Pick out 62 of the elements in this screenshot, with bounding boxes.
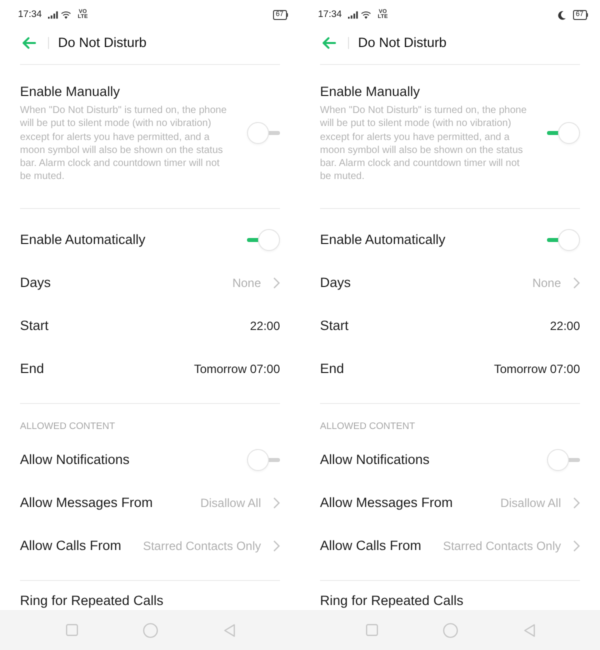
chevron-right-icon: [273, 540, 280, 552]
setting-value: Starred Contacts Only: [142, 538, 261, 554]
section-heading: ALLOWED CONTENT: [320, 420, 416, 434]
toggle-switch[interactable]: [547, 449, 580, 472]
setting-description: When "Do Not Disturb" is turned on, the phone will be put to silent mode (with no vibration) except for alerts you have permitted, and a moon symbol will also be shown on the status bar. Alarm clock and countdown timer will not be muted.: [20, 104, 228, 184]
setting-label: Allow Calls From: [320, 537, 422, 556]
setting-label: Ring for Repeated Calls: [20, 592, 164, 610]
setting-label: Allow Calls From: [20, 537, 122, 556]
setting-description: When "Do Not Disturb" is turned on, the phone will be put to silent mode (with no vibration) except for alerts you have permitted, and a moon symbol will also be shown on the status bar. Alarm clock and countdown timer will not be muted.: [320, 104, 528, 184]
page-title: Do Not Disturb: [58, 34, 147, 52]
setting-label: Enable Automatically: [320, 231, 446, 250]
setting-label: Start: [20, 317, 50, 336]
setting-label: Start: [320, 317, 350, 336]
setting-label: End: [320, 360, 346, 378]
setting-value: Starred Contacts Only: [442, 538, 561, 554]
setting-label: Days: [20, 274, 52, 292]
setting-label: Allow Notifications: [320, 451, 431, 470]
toggle-switch[interactable]: [547, 229, 580, 252]
setting-label: Days: [320, 274, 352, 292]
setting-label: Enable Manually: [320, 83, 421, 101]
signal-icon: [348, 11, 358, 19]
setting-value: Disallow All: [200, 496, 261, 511]
setting-label: Ring for Repeated Calls: [320, 592, 464, 610]
toggle-switch[interactable]: [247, 449, 280, 472]
setting-value: Tomorrow 07:00: [494, 362, 580, 377]
setting-label: End: [20, 360, 46, 378]
back-arrow-icon: [22, 37, 36, 49]
page-title: Do Not Disturb: [358, 34, 447, 52]
setting-value: None: [532, 276, 561, 291]
section-heading: ALLOWED CONTENT: [20, 420, 116, 434]
wifi-icon: [360, 11, 371, 19]
setting-value: Tomorrow 07:00: [194, 362, 280, 377]
triangle-icon[interactable]: [224, 624, 234, 636]
square-icon[interactable]: [66, 624, 78, 636]
toggle-switch[interactable]: [547, 122, 580, 144]
setting-label: Enable Manually: [20, 83, 121, 101]
status-time: 17:34: [318, 9, 342, 21]
setting-value: None: [232, 276, 261, 291]
setting-value: 22:00: [550, 318, 580, 334]
toggle-switch[interactable]: [247, 122, 280, 144]
signal-icon: [48, 11, 58, 19]
chevron-right-icon: [573, 497, 580, 510]
chevron-right-icon: [573, 277, 580, 290]
back-arrow-icon: [322, 37, 336, 49]
status-time: 17:34: [18, 9, 42, 21]
setting-label: Enable Automatically: [20, 231, 146, 250]
setting-value: Disallow All: [500, 496, 561, 511]
chevron-right-icon: [273, 277, 280, 290]
back-button[interactable]: [20, 35, 38, 51]
back-button[interactable]: [320, 35, 338, 51]
setting-value: 22:00: [250, 318, 280, 334]
chevron-right-icon: [273, 497, 280, 510]
toggle-switch[interactable]: [247, 229, 280, 252]
setting-label: Allow Notifications: [20, 451, 131, 470]
wifi-icon: [60, 11, 71, 19]
triangle-icon[interactable]: [524, 624, 534, 636]
square-icon[interactable]: [366, 624, 378, 636]
circle-icon[interactable]: [443, 622, 458, 638]
circle-icon[interactable]: [143, 622, 158, 638]
setting-label: Allow Messages From: [20, 494, 154, 512]
chevron-right-icon: [573, 540, 580, 552]
setting-label: Allow Messages From: [320, 494, 454, 512]
